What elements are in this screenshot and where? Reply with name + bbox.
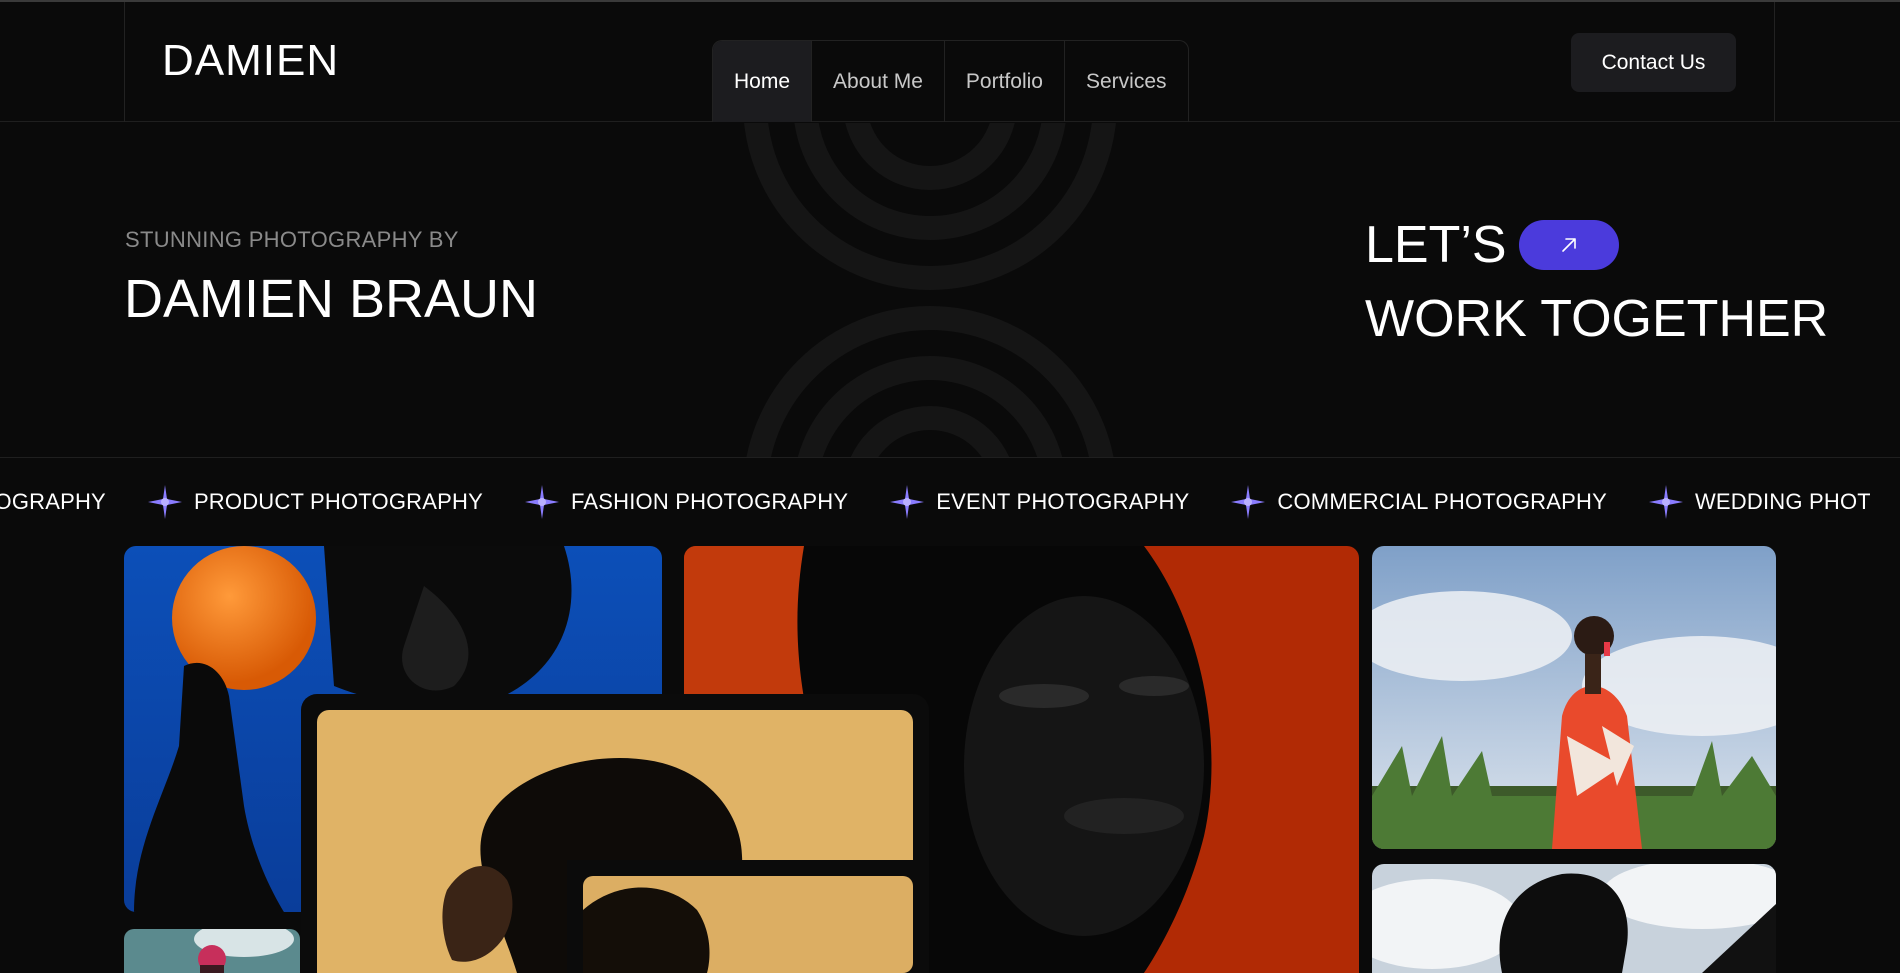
sparkle-icon <box>1231 485 1266 519</box>
arrow-up-right-icon <box>1561 238 1576 252</box>
nav-item-services[interactable]: Services <box>1063 41 1188 122</box>
concentric-rings-decoration <box>744 123 1116 457</box>
main-nav: Home About Me Portfolio Services <box>712 40 1189 122</box>
marquee-item-label: PRODUCT PHOTOGRAPHY <box>193 489 483 514</box>
cta-heading-line1: LET’S <box>1365 215 1619 275</box>
marquee-edge-mask <box>1870 458 1900 545</box>
header-divider-left <box>124 2 125 122</box>
hero-title: DAMIEN BRAUN <box>124 269 539 329</box>
marquee-item: EVENT PHOTOGRAPHY <box>848 483 1189 521</box>
marquee-item: PHOTOGRAPHY <box>0 489 106 515</box>
photo-sky-portrait-image <box>1372 864 1776 973</box>
cta-lets-text: LET’S <box>1365 216 1507 274</box>
marquee-item: COMMERCIAL PHOTOGRAPHY <box>1189 483 1607 521</box>
photo-small-bottom-image <box>124 929 300 973</box>
photo-small-bottom[interactable] <box>124 929 300 973</box>
contact-us-button[interactable]: Contact Us <box>1571 33 1736 92</box>
sparkle-icon <box>524 485 559 519</box>
photo-profile-gold-image <box>317 710 913 973</box>
nav-item-portfolio[interactable]: Portfolio <box>943 41 1064 122</box>
photo-field-fashion-image <box>1372 546 1776 849</box>
cta-arrow-button[interactable] <box>1518 220 1619 270</box>
marquee-item: FASHION PHOTOGRAPHY <box>483 483 848 521</box>
photo-sky-portrait[interactable] <box>1372 864 1776 973</box>
hero-section: STUNNING PHOTOGRAPHY BY DAMIEN BRAUN LET… <box>0 123 1900 457</box>
marquee-item: PRODUCT PHOTOGRAPHY <box>106 483 483 521</box>
header-divider-right <box>1774 2 1775 122</box>
marquee-item-label: FASHION PHOTOGRAPHY <box>570 489 849 514</box>
site-header: DAMIEN Home About Me Portfolio Services … <box>0 2 1900 122</box>
marquee-item-label: PHOTOGRAPHY <box>0 489 106 514</box>
cta-heading-line2: WORK TOGETHER <box>1365 290 1829 348</box>
photo-profile-gold[interactable] <box>301 694 929 973</box>
marquee-track: PHOTOGRAPHY PRODUCT PHOTOGRAPHY FASHION … <box>0 458 1900 545</box>
marquee-item: WEDDING PHOTOGRAPHY <box>1607 483 1900 521</box>
hero-eyebrow: STUNNING PHOTOGRAPHY BY <box>125 227 459 252</box>
marquee-item-label: COMMERCIAL PHOTOGRAPHY <box>1277 489 1607 514</box>
sparkle-icon <box>890 485 925 519</box>
site-logo[interactable]: DAMIEN <box>162 36 339 86</box>
nav-item-home[interactable]: Home <box>713 41 812 122</box>
sparkle-icon <box>1648 485 1683 519</box>
sparkle-icon <box>147 485 182 519</box>
marquee-item-label: EVENT PHOTOGRAPHY <box>936 489 1190 514</box>
nav-item-about-me[interactable]: About Me <box>811 41 944 122</box>
photo-field-fashion[interactable] <box>1372 546 1776 849</box>
services-marquee: PHOTOGRAPHY PRODUCT PHOTOGRAPHY FASHION … <box>0 457 1900 545</box>
